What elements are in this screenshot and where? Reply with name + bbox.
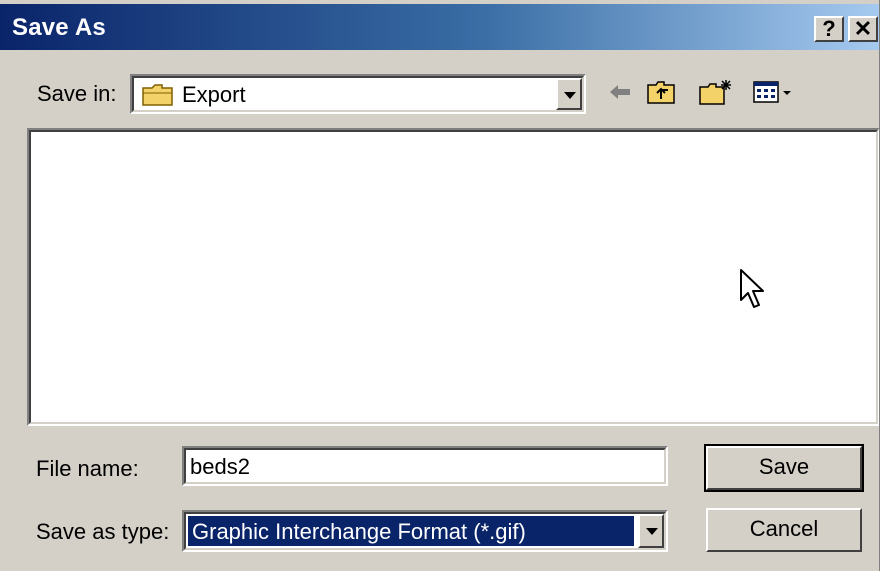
title-bar[interactable]: Save As ? ✕ <box>0 4 879 50</box>
window-title: Save As <box>12 14 106 41</box>
help-button[interactable]: ? <box>814 16 844 42</box>
save-as-type-value: Graphic Interchange Format (*.gif) <box>192 519 526 544</box>
file-name-field[interactable]: beds2 <box>182 446 668 486</box>
save-in-label: Save in: <box>37 81 117 106</box>
folder-icon <box>142 84 174 106</box>
file-list-view[interactable] <box>27 128 879 426</box>
save-in-combobox[interactable]: Export <box>130 74 586 114</box>
save-as-type-label: Save as type: <box>36 519 170 544</box>
save-in-dropdown-arrow[interactable] <box>556 78 582 110</box>
view-menu-icon[interactable] <box>752 78 794 106</box>
file-name-label: File name: <box>36 456 139 481</box>
save-in-value: Export <box>182 82 246 107</box>
close-button[interactable]: ✕ <box>848 16 878 42</box>
cancel-button[interactable]: Cancel <box>706 508 862 552</box>
create-new-folder-icon[interactable] <box>698 78 734 106</box>
back-arrow-icon[interactable] <box>608 78 634 106</box>
save-as-type-dropdown-arrow[interactable] <box>638 514 664 548</box>
save-as-type-combobox[interactable]: Graphic Interchange Format (*.gif) <box>182 510 668 552</box>
mouse-cursor-icon <box>739 268 767 317</box>
save-button[interactable]: Save <box>704 444 864 492</box>
file-name-value: beds2 <box>190 454 250 479</box>
save-as-dialog: Save As ? ✕ Save in: Export File name: b… <box>0 0 880 571</box>
file-name-input-bg <box>184 448 666 484</box>
up-one-level-icon[interactable] <box>646 78 678 106</box>
